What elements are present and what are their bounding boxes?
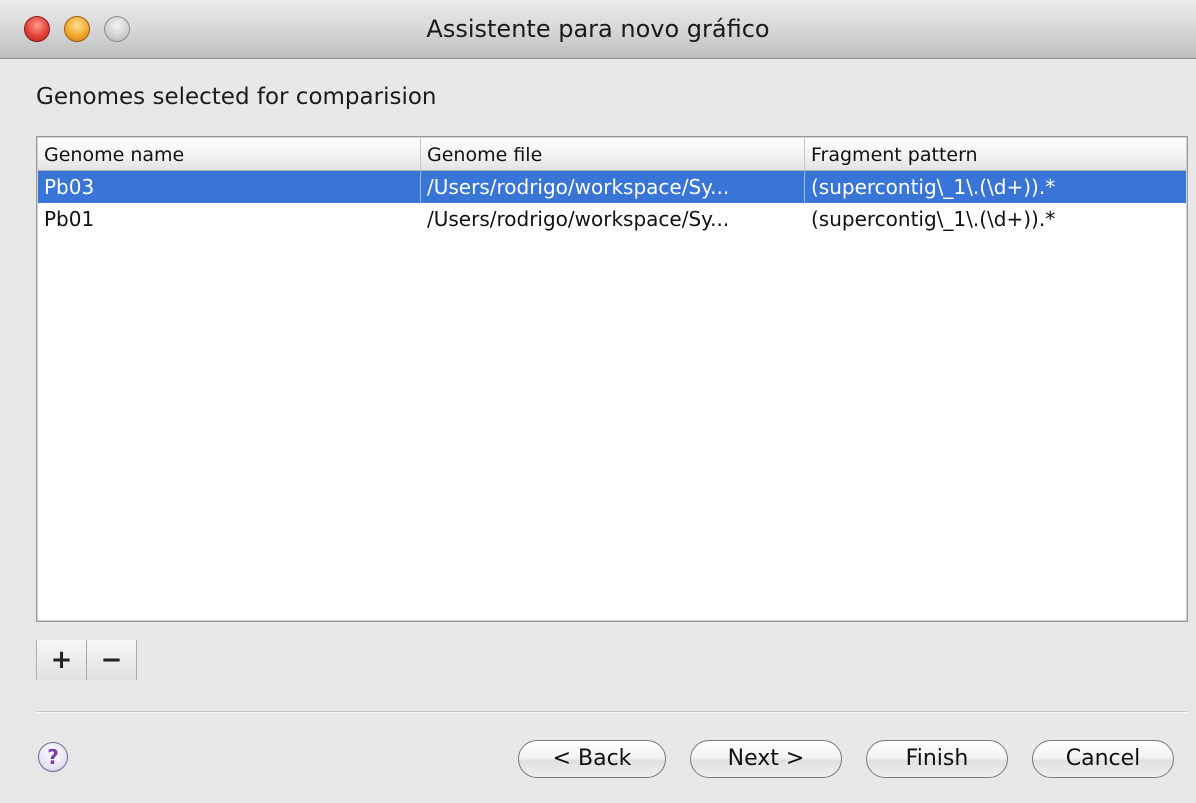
- genome-name-cell: Pb01: [44, 207, 95, 231]
- genomes-table[interactable]: Genome name Genome file Fragment pattern…: [36, 136, 1188, 622]
- cancel-button[interactable]: Cancel: [1032, 740, 1174, 778]
- fragment-pattern-cell: (supercontig\_1\.(\d+)).*: [811, 175, 1056, 199]
- add-genome-button[interactable]: +: [37, 640, 87, 680]
- column-header-genome-file[interactable]: Genome file: [421, 138, 805, 170]
- genome-file-cell: /Users/rodrigo/workspace/Sy...: [421, 171, 805, 203]
- column-header-fragment-pattern[interactable]: Fragment pattern: [805, 138, 1186, 170]
- window-title: Assistente para novo gráfico: [426, 15, 770, 43]
- fragment-pattern-cell: (supercontig\_1\.(\d+)).*: [811, 207, 1056, 231]
- genome-file-cell: /Users/rodrigo/workspace/Sy...: [427, 207, 730, 231]
- table-row[interactable]: Pb01 /Users/rodrigo/workspace/Sy... (sup…: [38, 203, 1186, 235]
- add-remove-controls: + −: [36, 640, 137, 680]
- genome-name-cell: Pb03: [38, 171, 421, 203]
- section-label: Genomes selected for comparision: [36, 84, 437, 110]
- column-header-genome-name[interactable]: Genome name: [38, 138, 421, 170]
- title-bar[interactable]: Assistente para novo gráfico: [0, 0, 1196, 59]
- help-icon[interactable]: ?: [38, 742, 68, 772]
- wizard-window: Assistente para novo gráfico Genomes sel…: [0, 0, 1196, 803]
- divider: [36, 711, 1188, 713]
- remove-genome-button[interactable]: −: [87, 640, 137, 680]
- next-button[interactable]: Next >: [690, 740, 842, 778]
- table-header: Genome name Genome file Fragment pattern: [38, 138, 1186, 171]
- finish-button[interactable]: Finish: [866, 740, 1008, 778]
- back-button[interactable]: < Back: [518, 740, 666, 778]
- table-row[interactable]: Pb03 /Users/rodrigo/workspace/Sy... (sup…: [38, 171, 1186, 203]
